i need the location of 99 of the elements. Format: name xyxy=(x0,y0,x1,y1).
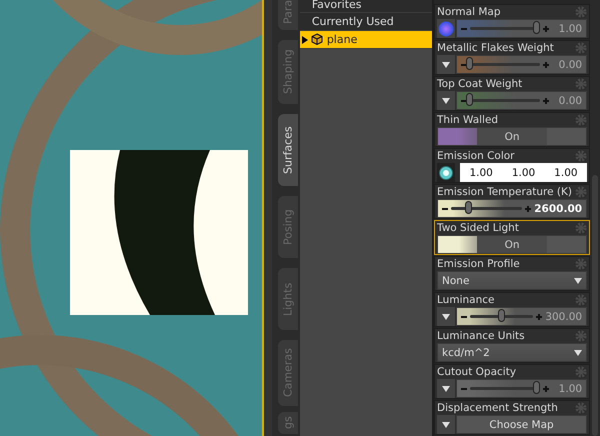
dropdown[interactable]: kcd/m^2 xyxy=(437,343,588,362)
property-row[interactable]: Metallic Flakes Weight 0.00 xyxy=(434,40,590,75)
plus-icon[interactable] xyxy=(543,386,550,392)
slider[interactable]: 300.00 xyxy=(456,307,588,326)
property-row[interactable]: Two Sided Light On xyxy=(434,220,590,255)
property-row[interactable]: Luminance Units kcd/m^2 xyxy=(434,328,590,363)
caret-icon xyxy=(442,386,450,392)
property-row[interactable]: Normal Map 1.00 xyxy=(434,4,590,39)
color-wheel-icon xyxy=(438,164,454,180)
caret-icon xyxy=(442,422,450,428)
property-label: Thin Walled xyxy=(437,114,498,126)
sphere-icon xyxy=(438,20,454,36)
slider-thumb[interactable] xyxy=(464,201,472,214)
property-label: Luminance Units xyxy=(437,330,525,342)
slider-thumb[interactable] xyxy=(498,309,505,322)
plus-icon[interactable] xyxy=(543,98,550,104)
gear-icon[interactable] xyxy=(575,294,588,306)
panel-splitter[interactable] xyxy=(262,0,272,436)
dropdown-value: kcd/m^2 xyxy=(442,346,490,358)
gear-icon[interactable] xyxy=(575,366,588,378)
color-component: 1.00 xyxy=(554,166,578,178)
caret-icon xyxy=(574,278,582,284)
gear-icon[interactable] xyxy=(575,42,588,54)
toggle-control[interactable]: On xyxy=(437,235,588,254)
menu-button[interactable] xyxy=(437,91,456,110)
texture-map-button[interactable] xyxy=(437,19,456,38)
slider-thumb[interactable] xyxy=(532,21,540,34)
property-row[interactable]: Thin Walled On xyxy=(434,112,590,147)
on-toggle-button[interactable]: On xyxy=(477,128,548,145)
slider-value: 0.00 xyxy=(558,94,582,106)
caret-icon xyxy=(442,62,450,68)
property-label: Metallic Flakes Weight xyxy=(437,42,554,54)
tree-item[interactable]: Favorites xyxy=(300,0,432,13)
dropdown-value: None xyxy=(442,274,470,286)
gear-icon[interactable] xyxy=(575,186,588,198)
property-row[interactable]: Luminance 300.00 xyxy=(434,292,590,327)
property-row[interactable]: Emission Color 1.00 1.00 1.00 xyxy=(434,148,590,183)
color-component: 1.00 xyxy=(469,166,493,178)
gear-icon[interactable] xyxy=(575,402,588,414)
choose-map-button[interactable]: Choose Map xyxy=(456,415,588,434)
plus-icon[interactable] xyxy=(543,62,550,68)
property-label: Luminance xyxy=(437,294,494,306)
plus-icon[interactable] xyxy=(543,26,550,32)
property-label: Emission Color xyxy=(437,150,514,162)
property-label: Cutout Opacity xyxy=(437,366,516,378)
slider-value: 0.00 xyxy=(558,58,582,70)
menu-button[interactable] xyxy=(437,379,456,398)
property-row[interactable]: Cutout Opacity 1.00 xyxy=(434,364,590,399)
color-field[interactable]: 1.00 1.00 1.00 xyxy=(460,163,588,182)
caret-icon xyxy=(442,314,450,320)
menu-button[interactable] xyxy=(437,307,456,326)
tree-item[interactable]: plane xyxy=(300,31,432,49)
tree-item-label: plane xyxy=(326,33,358,46)
slider-thumb[interactable] xyxy=(532,381,540,394)
tree-item-label: Currently Used xyxy=(312,15,394,28)
tree-item-label: Favorites xyxy=(312,0,362,11)
property-row[interactable]: Displacement Strength Choose Map xyxy=(434,400,590,435)
slider[interactable]: 1.00 xyxy=(456,379,588,398)
gear-icon[interactable] xyxy=(575,258,588,270)
dropdown[interactable]: None xyxy=(437,271,588,290)
toggle-control[interactable]: On xyxy=(437,127,588,146)
plus-icon[interactable] xyxy=(536,314,542,320)
gear-icon[interactable] xyxy=(575,222,588,234)
slider[interactable]: 2600.00 xyxy=(437,199,588,218)
menu-button[interactable] xyxy=(437,415,456,434)
tree-item[interactable]: Currently Used xyxy=(300,13,432,31)
slider[interactable]: 0.00 xyxy=(456,55,588,74)
plus-icon[interactable] xyxy=(525,206,532,212)
on-toggle-button[interactable]: On xyxy=(477,236,548,253)
slider-thumb[interactable] xyxy=(466,57,474,70)
slider[interactable]: 1.00 xyxy=(456,19,588,38)
gear-icon[interactable] xyxy=(575,78,588,90)
property-row[interactable]: Emission Profile None xyxy=(434,256,590,291)
slider-value: 2600.00 xyxy=(534,202,582,214)
property-label: Emission Profile xyxy=(437,258,520,270)
slider-value: 1.00 xyxy=(558,382,582,394)
gear-icon[interactable] xyxy=(575,330,588,342)
property-label: Normal Map xyxy=(437,6,501,18)
slider-thumb[interactable] xyxy=(466,93,474,106)
slider-value: 1.00 xyxy=(558,22,582,34)
cube-icon xyxy=(310,33,323,46)
property-label: Displacement Strength xyxy=(437,402,558,414)
property-label: Top Coat Weight xyxy=(437,78,522,90)
color-swatch-button[interactable] xyxy=(437,163,456,182)
caret-icon xyxy=(574,350,582,356)
property-label: Emission Temperature (K) xyxy=(437,186,572,198)
color-component: 1.00 xyxy=(512,166,536,178)
gear-icon[interactable] xyxy=(575,150,588,162)
caret-icon xyxy=(442,98,450,104)
slider[interactable]: 0.00 xyxy=(456,91,588,110)
expand-arrow-icon[interactable] xyxy=(302,36,308,44)
slider-value: 300.00 xyxy=(545,310,582,322)
menu-button[interactable] xyxy=(437,55,456,74)
property-row[interactable]: Top Coat Weight 0.00 xyxy=(434,76,590,111)
side-tab[interactable]: Surfaces xyxy=(278,114,298,186)
gear-icon[interactable] xyxy=(575,6,588,18)
gear-icon[interactable] xyxy=(575,114,588,126)
property-label: Two Sided Light xyxy=(437,222,519,234)
property-row[interactable]: Emission Temperature (K) 2600.00 xyxy=(434,184,590,219)
